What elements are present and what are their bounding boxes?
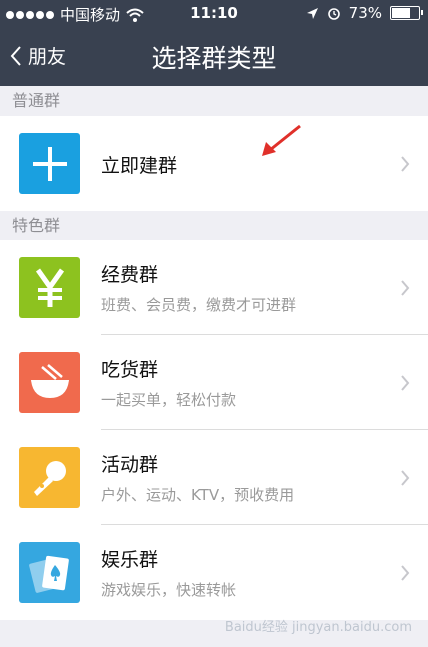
bowl-icon xyxy=(19,352,80,413)
status-bar: 中国移动 11:10 73% xyxy=(0,0,428,26)
playing-card-icon xyxy=(19,542,80,603)
row-title: 经费群 xyxy=(101,264,159,286)
navigation-bar: 朋友 选择群类型 xyxy=(0,26,428,86)
row-title: 立即建群 xyxy=(101,155,178,177)
entertainment-group-row[interactable]: 娱乐群 游戏娱乐，快速转帐 xyxy=(0,525,428,620)
featured-group-list: 经费群 班费、会员费，缴费才可进群 吃货群 一起买单，轻松付款 活动群 户外、运… xyxy=(0,240,428,620)
section-header-normal: 普通群 xyxy=(12,91,61,110)
alarm-icon xyxy=(327,8,340,20)
battery-percent: 73% xyxy=(348,4,382,22)
watermark: Baidu经验 jingyan.baidu.com xyxy=(224,620,412,635)
row-description: 游戏娱乐，快速转帐 xyxy=(101,581,237,599)
row-title: 吃货群 xyxy=(101,359,159,381)
yen-icon xyxy=(19,257,80,318)
location-icon xyxy=(306,7,318,19)
chevron-right-icon xyxy=(401,375,410,391)
status-right: 73% xyxy=(306,4,423,22)
section-header-featured: 特色群 xyxy=(12,216,61,235)
row-description: 一起买单，轻松付款 xyxy=(101,391,237,409)
chevron-right-icon xyxy=(401,565,410,581)
microphone-icon xyxy=(19,447,80,508)
row-title: 活动群 xyxy=(101,454,159,476)
row-title: 娱乐群 xyxy=(101,549,159,571)
chevron-right-icon xyxy=(401,156,410,172)
chevron-right-icon xyxy=(401,280,410,296)
fund-group-row[interactable]: 经费群 班费、会员费，缴费才可进群 xyxy=(0,240,428,335)
row-description: 户外、运动、KTV，预收费用 xyxy=(101,486,295,504)
battery-icon xyxy=(390,6,423,20)
plus-icon xyxy=(19,133,80,194)
foodie-group-row[interactable]: 吃货群 一起买单，轻松付款 xyxy=(0,335,428,430)
activity-group-row[interactable]: 活动群 户外、运动、KTV，预收费用 xyxy=(0,430,428,525)
annotation-arrow xyxy=(262,124,301,156)
row-description: 班费、会员费，缴费才可进群 xyxy=(101,296,297,314)
create-group-row[interactable]: 立即建群 xyxy=(0,116,428,211)
normal-group-list: 立即建群 xyxy=(0,116,428,211)
chevron-right-icon xyxy=(401,470,410,486)
page-title: 选择群类型 xyxy=(151,44,277,73)
